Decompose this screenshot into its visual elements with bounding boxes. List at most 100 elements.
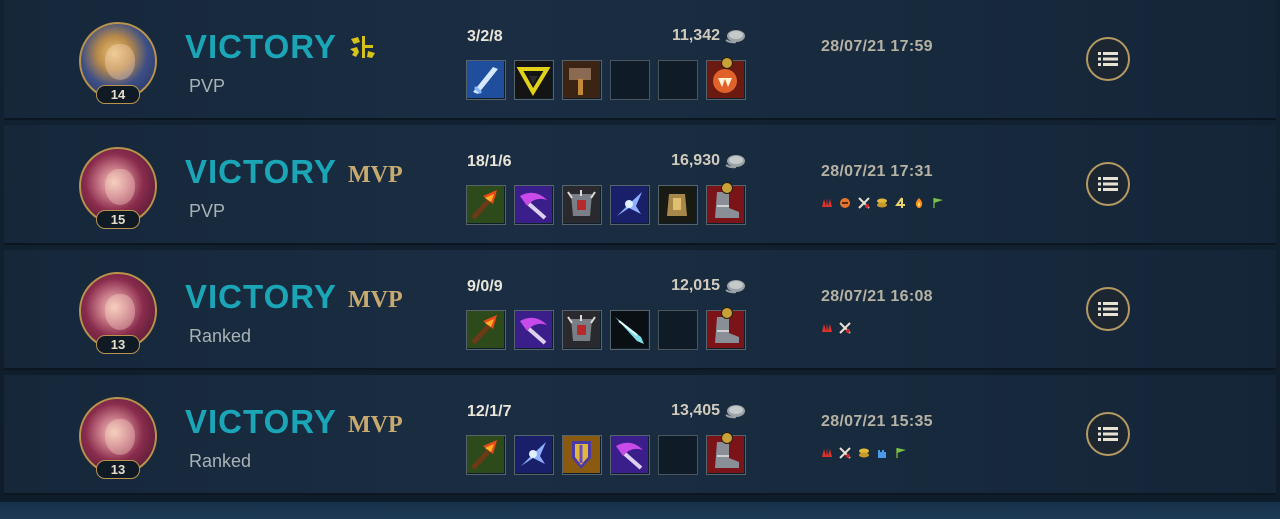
crossed-swords-icon	[839, 322, 852, 334]
gold-coins-icon	[725, 405, 745, 419]
item-slot[interactable]	[466, 310, 506, 350]
coins-icon	[858, 448, 869, 458]
mvp-badge: MVP	[348, 162, 403, 188]
mvp-badge: MVP	[348, 412, 403, 438]
match-result: VICTORY	[185, 28, 337, 65]
purple-scythe-item-icon	[515, 311, 552, 348]
item-slot[interactable]	[610, 310, 650, 350]
gold-amount: 11,342	[671, 27, 720, 44]
game-mode: Ranked	[189, 451, 252, 471]
list-icon	[1098, 177, 1118, 191]
trinket-pip	[721, 432, 733, 444]
fire-axe-item-icon	[467, 436, 504, 473]
item-slot[interactable]	[514, 60, 554, 100]
match-datetime: 28/07/21 17:31	[821, 163, 933, 180]
champion-portrait[interactable]: 13	[79, 272, 157, 354]
empty-item-slot[interactable]	[658, 60, 698, 100]
item-slot[interactable]	[514, 435, 554, 475]
match-row[interactable]: 13 VICTORY MVP Ranked 12/1/7 13,405 28/0…	[4, 375, 1276, 495]
achievement-badges	[821, 319, 853, 335]
item-slot[interactable]	[562, 185, 602, 225]
gold-triangle-item-icon	[515, 61, 552, 98]
match-row[interactable]: 15 VICTORY MVP PVP 18/1/6 16,930 28/07/2…	[4, 125, 1276, 245]
gold-coins-icon	[725, 155, 745, 169]
item-slot[interactable]	[466, 185, 506, 225]
trinket-pip	[721, 182, 733, 194]
purple-scythe-item-icon	[515, 186, 552, 223]
champion-portrait[interactable]: 15	[79, 147, 157, 229]
item-build	[466, 307, 756, 354]
item-slot[interactable]	[562, 435, 602, 475]
match-row[interactable]: 13 VICTORY MVP Ranked 9/0/9 12,015 28/07…	[4, 250, 1276, 370]
match-datetime: 28/07/21 16:08	[821, 288, 933, 305]
champion-portrait[interactable]: 13	[79, 397, 157, 479]
match-details-button[interactable]	[1086, 287, 1130, 331]
achievement-badges	[821, 194, 946, 210]
item-slot[interactable]	[610, 185, 650, 225]
ice-blade-item-icon	[611, 311, 648, 348]
game-mode: Ranked	[189, 326, 252, 346]
list-icon	[1098, 427, 1118, 441]
item-slot[interactable]	[562, 310, 602, 350]
kda: 9/0/9	[467, 278, 503, 295]
item-slot[interactable]	[562, 60, 602, 100]
match-details-button[interactable]	[1086, 37, 1130, 81]
achievement-badges	[821, 444, 909, 460]
item-slot[interactable]	[514, 185, 554, 225]
red-claw-icon	[822, 322, 832, 332]
champion-portrait[interactable]: 14	[79, 22, 157, 104]
item-slot[interactable]	[610, 435, 650, 475]
kda: 12/1/7	[467, 403, 512, 420]
kda: 3/2/8	[467, 28, 503, 45]
red-claw-icon	[822, 197, 832, 207]
champion-level: 14	[96, 85, 140, 104]
match-datetime: 28/07/21 17:59	[821, 38, 933, 55]
item-slot[interactable]	[466, 435, 506, 475]
gold-amount: 16,930	[671, 152, 720, 169]
hammer-item-icon	[563, 61, 600, 98]
blue-shuriken-item-icon	[611, 186, 648, 223]
game-mode: PVP	[189, 201, 226, 221]
empty-item-slot[interactable]	[610, 60, 650, 100]
gold-coins-icon	[725, 30, 745, 44]
green-flag-icon	[932, 197, 943, 208]
item-slot[interactable]	[706, 182, 746, 225]
list-bottom-edge	[0, 502, 1280, 519]
item-slot[interactable]	[706, 307, 746, 350]
item-slot[interactable]	[706, 432, 746, 475]
match-history-list: 14 VICTORY PVP 3/2/8 11,342 28/07/21 17:…	[0, 0, 1280, 519]
match-result: VICTORY	[185, 153, 337, 190]
match-datetime: 28/07/21 15:35	[821, 413, 933, 430]
red-claw-icon	[822, 447, 832, 457]
champion-level: 13	[96, 335, 140, 354]
orange-horn-icon	[840, 197, 851, 208]
champion-level: 15	[96, 210, 140, 229]
blue-shuriken-item-icon	[515, 436, 552, 473]
first-blood-icon	[350, 36, 375, 58]
gold-amount: 13,405	[671, 402, 720, 419]
trinket-pip	[721, 307, 733, 319]
blue-tower-icon	[878, 449, 887, 458]
fire-axe-item-icon	[467, 186, 504, 223]
list-icon	[1098, 52, 1118, 66]
empty-item-slot[interactable]	[658, 310, 698, 350]
match-row[interactable]: 14 VICTORY PVP 3/2/8 11,342 28/07/21 17:…	[4, 0, 1276, 120]
item-slot[interactable]	[514, 310, 554, 350]
item-slot[interactable]	[466, 60, 506, 100]
kda: 18/1/6	[467, 153, 512, 170]
match-details-button[interactable]	[1086, 412, 1130, 456]
match-result: VICTORY	[185, 403, 337, 440]
empty-item-slot[interactable]	[658, 435, 698, 475]
game-mode: PVP	[189, 76, 226, 96]
trinket-pip	[721, 57, 733, 69]
spiked-armor-item-icon	[563, 311, 600, 348]
crossed-swords-icon	[858, 197, 870, 209]
item-build	[466, 182, 756, 229]
item-slot[interactable]	[658, 185, 698, 225]
crossed-swords-icon	[839, 447, 852, 459]
match-details-button[interactable]	[1086, 162, 1130, 206]
list-icon	[1098, 302, 1118, 316]
fire-icon	[916, 197, 923, 208]
gold-hand-item-icon	[659, 186, 696, 223]
item-slot[interactable]	[706, 57, 746, 100]
